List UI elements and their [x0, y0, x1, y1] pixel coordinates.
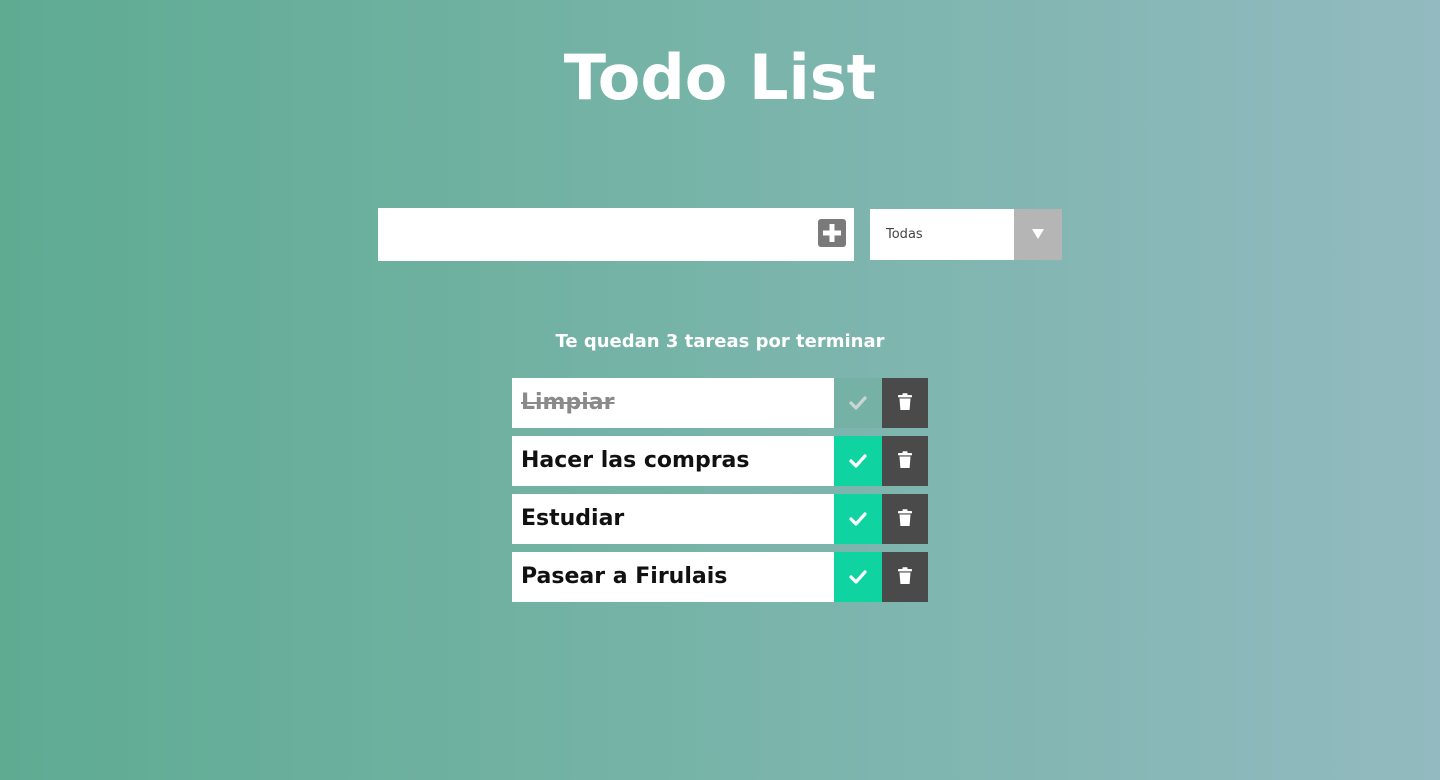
- todo-item: Pasear a Firulais: [512, 552, 928, 602]
- check-icon: [849, 454, 867, 468]
- todo-item: Hacer las compras: [512, 436, 928, 486]
- filter-select[interactable]: Todas: [870, 209, 1062, 260]
- todo-text-container: Pasear a Firulais: [512, 552, 834, 602]
- trash-icon: [898, 393, 912, 410]
- add-task-button[interactable]: [818, 219, 846, 247]
- check-icon: [849, 396, 867, 410]
- complete-button[interactable]: [834, 436, 882, 486]
- complete-button[interactable]: [834, 552, 882, 602]
- trash-icon: [898, 451, 912, 468]
- todo-text: Limpiar: [521, 390, 615, 415]
- todo-text-container: Limpiar: [512, 378, 834, 428]
- delete-button[interactable]: [882, 436, 928, 486]
- todo-text-container: Hacer las compras: [512, 436, 834, 486]
- todo-text-container: Estudiar: [512, 494, 834, 544]
- trash-icon: [898, 567, 912, 584]
- task-input[interactable]: [378, 208, 808, 261]
- triangle-down-icon: [1032, 229, 1044, 239]
- complete-button[interactable]: [834, 494, 882, 544]
- todo-text: Pasear a Firulais: [521, 564, 728, 589]
- delete-button[interactable]: [882, 494, 928, 544]
- task-input-container: [378, 208, 854, 261]
- todo-form: Todas: [378, 208, 1062, 261]
- delete-button[interactable]: [882, 552, 928, 602]
- todo-text: Hacer las compras: [521, 448, 750, 473]
- todo-item: Limpiar: [512, 378, 928, 428]
- filter-dropdown-toggle[interactable]: [1014, 209, 1062, 260]
- check-icon: [849, 570, 867, 584]
- todo-list: Limpiar Hacer las compras Estudiar Pasea…: [512, 378, 928, 610]
- complete-button[interactable]: [834, 378, 882, 428]
- delete-button[interactable]: [882, 378, 928, 428]
- filter-selected-value: Todas: [886, 227, 923, 242]
- page-title: Todo List: [563, 41, 877, 114]
- todo-item: Estudiar: [512, 494, 928, 544]
- trash-icon: [898, 509, 912, 526]
- plus-icon: [823, 224, 841, 242]
- check-icon: [849, 512, 867, 526]
- pending-tasks-message: Te quedan 3 tareas por terminar: [555, 331, 885, 352]
- todo-text: Estudiar: [521, 506, 625, 531]
